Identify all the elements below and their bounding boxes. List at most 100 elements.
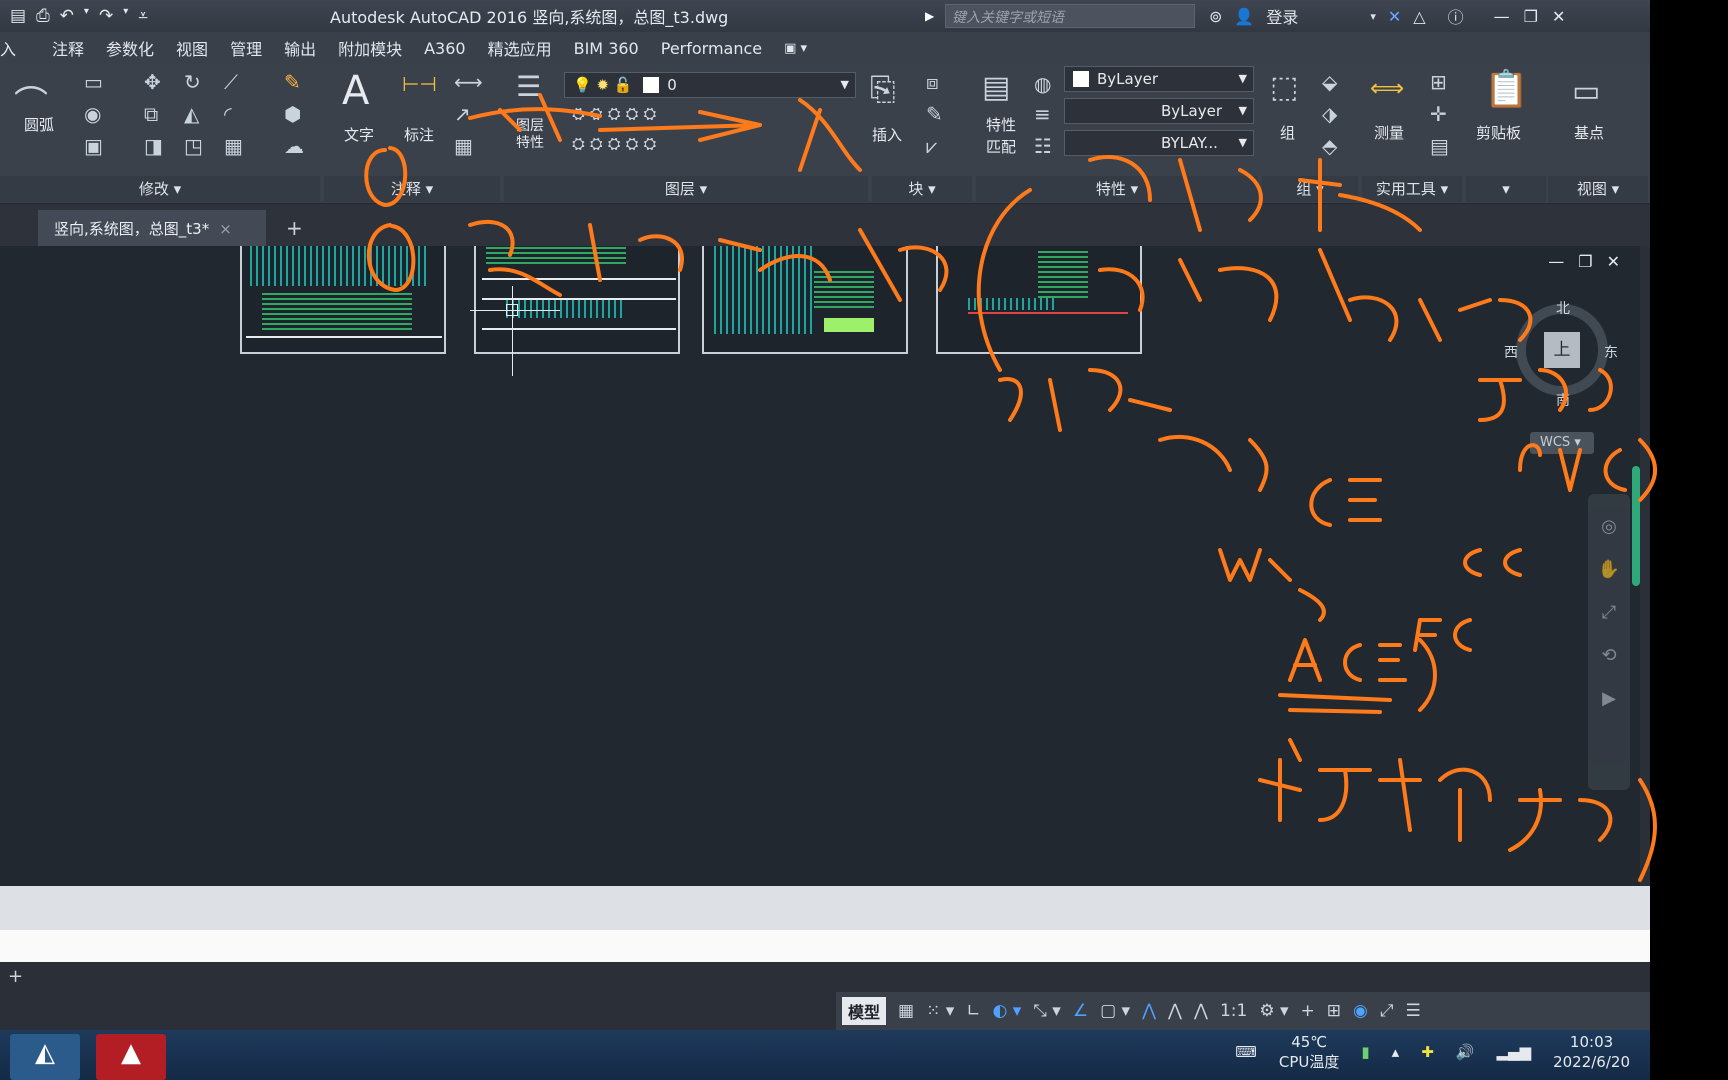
trim-icon[interactable]: ⟋ [224,70,238,94]
linear-dim-icon[interactable]: ⟷ [454,70,483,94]
taskbar-app-autocad[interactable]: ▲ [96,1034,166,1080]
battery-icon[interactable]: ▮ [1361,1043,1369,1061]
viewcube-east[interactable]: 东 [1604,342,1618,362]
panel-properties[interactable]: 特性 ▾ [976,176,1258,202]
tab-bim360[interactable]: BIM 360 [574,39,639,58]
new-icon[interactable]: ▤ [10,6,26,26]
rotate-icon[interactable]: ↻ [184,70,201,94]
volume-icon[interactable]: 🔊 [1456,1043,1475,1061]
measure-button[interactable]: 测量 [1374,122,1404,143]
match-properties-icon[interactable]: ▤ [982,70,1010,105]
polar-icon[interactable]: ◐ ▾ [993,1001,1022,1021]
clipboard-icon[interactable]: 📋 [1484,68,1529,110]
lineweight-dropdown[interactable]: BYLAY... ▼ [1064,130,1254,156]
panel-block[interactable]: 块 ▾ [872,176,972,202]
copy-icon[interactable]: ⧉ [144,102,158,126]
viewcube-top-face[interactable]: 上 [1544,332,1580,368]
undo-dropdown-icon[interactable]: ▾ [84,6,89,26]
taskbar-app-meeting[interactable]: ◭ [10,1034,80,1080]
dimension-button[interactable]: 标注 [404,124,434,145]
tab-close-icon[interactable]: × [219,220,232,238]
login-dropdown-icon[interactable]: ▾ [1370,10,1376,23]
network-icon[interactable]: ▂▄▆ [1496,1043,1531,1061]
color-wheel-icon[interactable]: ◍ [1034,72,1051,96]
new-tab-button[interactable]: + [286,216,303,240]
drawing-area[interactable]: — ❐ ✕ 上 北 南 东 西 WCS ▾ ◎ ✋ ⤢ ⟲ ▶ [0,246,1640,886]
drawing-sheet-3[interactable] [702,246,908,354]
scale-icon[interactable]: ◳ [184,134,203,158]
cpu-temp[interactable]: 45℃ CPU温度 [1279,1032,1340,1072]
minimize-icon[interactable]: — [1494,7,1510,26]
showmotion-icon[interactable]: ▶ [1588,688,1630,709]
arc-button[interactable]: 圆弧 [24,114,54,135]
dimension-icon[interactable]: ⊢⊣ [402,72,437,96]
ortho-icon[interactable]: ∟ [966,1001,980,1021]
annotation-scale-icon[interactable]: ⋀ [1194,1001,1208,1021]
group-icon[interactable]: ⬚ [1270,70,1298,105]
login-link[interactable]: 登录 [1266,4,1298,28]
annotation-visibility-icon[interactable]: ⋀ [1142,1001,1156,1021]
vertical-scrollbar[interactable] [1632,466,1640,586]
panel-modify[interactable]: 修改 ▾ [0,176,320,202]
exchange-icon[interactable]: ✕ [1388,7,1401,26]
help-icon[interactable]: ⓘ [1448,4,1464,28]
point-icon[interactable]: ✛ [1430,102,1447,126]
drawing-sheet-4[interactable] [936,246,1142,354]
grid-icon[interactable]: ▦ [898,1001,914,1021]
tab-insert[interactable]: 入 [0,36,16,60]
rect-icon[interactable]: ▭ [84,70,103,94]
ungroup-icon[interactable]: ⬙ [1322,70,1337,94]
viewcube-north[interactable]: 北 [1556,298,1570,318]
text-icon[interactable]: A [342,68,369,114]
count-icon[interactable]: ⊞ [1430,70,1447,94]
lineweight-icon[interactable]: ≡ [1034,102,1051,126]
block-attr-icon[interactable]: ⩗ [926,134,937,158]
customize-qat-icon[interactable]: ⩡ [138,6,148,26]
linetype-dropdown[interactable]: ByLayer ▼ [1064,98,1254,124]
panel-view[interactable]: 视图 ▾ [1548,176,1648,202]
group-button[interactable]: 组 [1280,122,1295,143]
tab-view[interactable]: 视图 [176,36,208,60]
tab-a360[interactable]: A360 [424,39,465,58]
explode-icon[interactable]: ⬢ [284,102,301,126]
calculator-icon[interactable]: ▤ [1430,134,1449,158]
fillet-icon[interactable]: ◜ [224,102,232,126]
expand-arrow-icon[interactable]: ▶ [925,9,945,23]
snap-icon[interactable]: ⁙ ▾ [926,1001,954,1021]
group-select-icon[interactable]: ⬘ [1322,134,1337,158]
viewcube[interactable]: 上 北 南 东 西 [1504,298,1618,409]
hatch-icon[interactable]: ◉ [84,102,101,126]
viewport-minimize-icon[interactable]: — [1548,252,1564,271]
base-view-icon[interactable]: ▭ [1572,74,1600,109]
match-properties-button[interactable]: 特性 匹配 [986,114,1016,158]
insert-button[interactable]: 插入 [872,124,902,145]
text-button[interactable]: 文字 [344,124,374,145]
binoculars-icon[interactable]: ⊚ [1209,7,1222,26]
drawing-tab[interactable]: 竖向,系统图，总图_t3* × [38,210,266,246]
keyboard-icon[interactable]: ⌨ [1235,1043,1257,1061]
panel-clipboard[interactable]: ▾ [1466,176,1546,202]
tab-annotate[interactable]: 注释 [52,36,84,60]
search-input[interactable]: 键入关键字或短语 [945,4,1195,28]
restore-icon[interactable]: ❐ [1524,7,1538,26]
color-dropdown[interactable]: ByLayer ▼ [1064,66,1254,92]
panel-layers[interactable]: 图层 ▾ [504,176,868,202]
annotation-scale-value[interactable]: 1:1 [1220,1001,1247,1021]
add-layout-icon[interactable]: + [8,966,23,987]
offset-icon[interactable]: ☁ [284,134,304,158]
layer-properties-icon[interactable]: ☰ [516,70,541,103]
edit-block-icon[interactable]: ✎ [926,102,943,126]
viewport-restore-icon[interactable]: ❐ [1578,252,1592,271]
leader-icon[interactable]: ↗ [454,102,471,126]
panel-utilities[interactable]: 实用工具 ▾ [1362,176,1462,202]
layer-properties-button[interactable]: 图层 特性 [516,118,556,152]
tab-featured-apps[interactable]: 精选应用 [488,36,552,60]
wcs-menu[interactable]: WCS ▾ [1530,432,1594,454]
steering-wheel-icon[interactable]: ◎ [1588,516,1630,537]
video-icon[interactable]: ▣ ▾ [784,41,807,56]
zoom-icon[interactable]: ⤢ [1588,602,1630,623]
array-icon[interactable]: ▦ [224,134,243,158]
command-line[interactable] [0,930,1650,962]
viewcube-west[interactable]: 西 [1504,342,1518,362]
tab-parametric[interactable]: 参数化 [106,36,154,60]
